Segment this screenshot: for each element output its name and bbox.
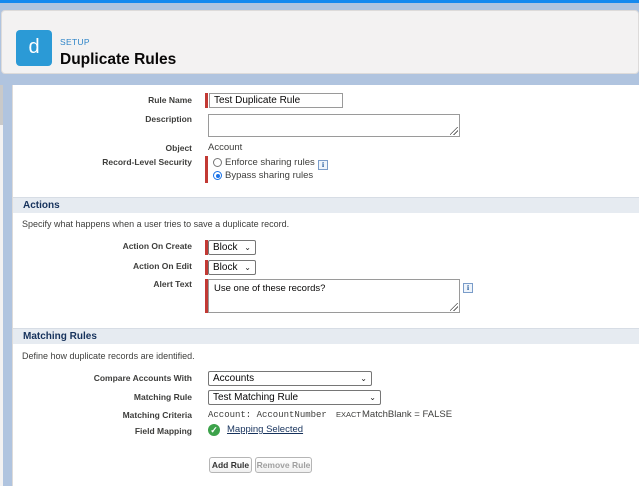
- action-on-edit-label: Action On Edit: [132, 261, 192, 271]
- matching-criteria-operator: EXACT: [336, 410, 362, 419]
- object-label: Object: [165, 143, 192, 153]
- matching-rule-value: Test Matching Rule: [213, 392, 299, 403]
- compare-accounts-label: Compare Accounts With: [93, 373, 192, 383]
- resize-grip-icon[interactable]: [450, 127, 458, 135]
- matching-criteria-field: Account: AccountNumber: [208, 410, 327, 420]
- rule-name-input[interactable]: Test Duplicate Rule: [209, 93, 343, 108]
- actions-description: Specify what happens when a user tries t…: [22, 219, 290, 229]
- info-icon[interactable]: i: [463, 283, 473, 293]
- page-title: Duplicate Rules: [60, 51, 177, 68]
- action-on-create-select[interactable]: Block ⌄: [208, 240, 256, 255]
- setup-app-icon: d: [16, 30, 52, 66]
- record-level-security-label: Record-Level Security: [102, 157, 192, 167]
- actions-section-title: Actions: [23, 200, 60, 211]
- enforce-sharing-label: Enforce sharing rules: [225, 157, 315, 168]
- matching-criteria-label: Matching Criteria: [122, 410, 192, 420]
- actions-section-header: Actions: [13, 197, 639, 213]
- alert-text-label: Alert Text: [153, 279, 192, 289]
- info-icon[interactable]: i: [318, 160, 328, 170]
- bypass-sharing-label: Bypass sharing rules: [225, 170, 314, 181]
- enforce-sharing-radio[interactable]: [213, 158, 222, 167]
- add-rule-button[interactable]: Add Rule: [209, 457, 252, 473]
- description-label: Description: [145, 114, 192, 124]
- mapping-selected-link[interactable]: Mapping Selected: [227, 424, 303, 435]
- alert-text-value: Use one of these records?: [214, 283, 326, 294]
- field-mapping-label: Field Mapping: [134, 426, 192, 436]
- breadcrumb-setup: SETUP: [60, 37, 90, 47]
- resize-grip-icon[interactable]: [450, 303, 458, 311]
- check-circle-icon: ✓: [208, 424, 220, 436]
- alert-text-textarea[interactable]: Use one of these records?: [208, 279, 460, 313]
- description-textarea[interactable]: [208, 114, 460, 137]
- top-accent-stripe: [0, 0, 639, 3]
- action-on-edit-value: Block: [213, 262, 238, 273]
- left-nav-strip: [0, 85, 3, 486]
- rule-name-label: Rule Name: [148, 95, 192, 105]
- chevron-down-icon: ⌄: [244, 263, 251, 272]
- compare-accounts-select[interactable]: Accounts ⌄: [208, 371, 372, 386]
- matching-rules-section-title: Matching Rules: [23, 331, 97, 342]
- matching-rules-description: Define how duplicate records are identif…: [22, 351, 195, 361]
- remove-rule-button[interactable]: Remove Rule: [255, 457, 312, 473]
- matching-criteria-rest: MatchBlank = FALSE: [362, 409, 453, 420]
- compare-accounts-value: Accounts: [213, 373, 255, 384]
- action-on-create-label: Action On Create: [122, 241, 192, 251]
- chevron-down-icon: ⌄: [369, 393, 376, 402]
- bypass-sharing-radio[interactable]: [213, 171, 222, 180]
- required-indicator: [205, 156, 208, 183]
- action-on-edit-select[interactable]: Block ⌄: [208, 260, 256, 275]
- action-on-create-value: Block: [213, 242, 238, 253]
- chevron-down-icon: ⌄: [244, 243, 251, 252]
- matching-rule-select[interactable]: Test Matching Rule ⌄: [208, 390, 381, 405]
- matching-rule-label: Matching Rule: [133, 392, 192, 402]
- matching-rules-section-header: Matching Rules: [13, 328, 639, 344]
- left-nav-marker: [0, 85, 3, 125]
- page-header: d SETUP Duplicate Rules: [1, 10, 639, 74]
- required-indicator: [205, 93, 208, 108]
- object-value: Account: [208, 142, 243, 153]
- chevron-down-icon: ⌄: [360, 374, 367, 383]
